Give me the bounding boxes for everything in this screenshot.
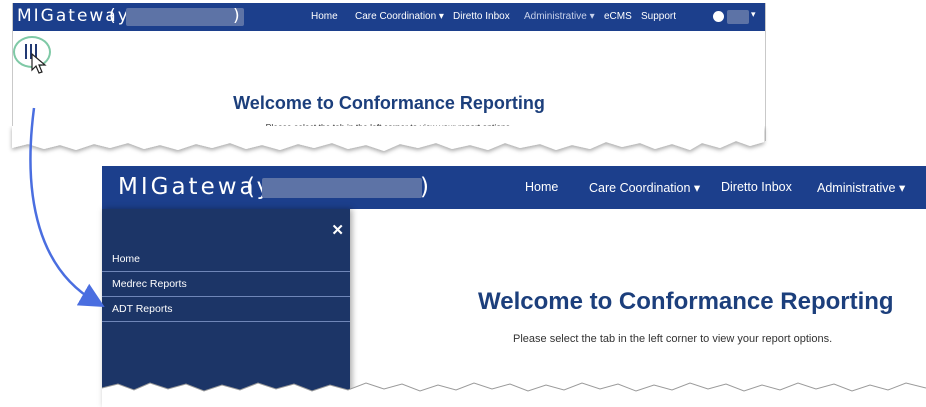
welcome-subtitle: Please select the tab in the left corner… (513, 333, 833, 345)
nav-diretto-inbox[interactable]: Diretto Inbox (721, 180, 792, 194)
brand-paren-close: ) (420, 174, 429, 200)
bottom-navbar: MIGateway ( ) Home Care Coordination ▾ D… (102, 166, 926, 209)
nav-administrative[interactable]: Administrative ▾ (817, 180, 905, 195)
sidebar-item-label: ADT Reports (112, 303, 173, 315)
sidebar-item-label: Medrec Reports (112, 278, 187, 290)
redacted-version (126, 8, 244, 26)
brand-paren-close: ) (233, 6, 240, 26)
user-icon (713, 11, 724, 22)
sidebar-item-adt-reports[interactable]: ADT Reports (102, 297, 350, 322)
nav-home[interactable]: Home (311, 11, 338, 22)
nav-support[interactable]: Support (641, 11, 676, 22)
nav-care-coordination[interactable]: Care Coordination ▾ (589, 180, 700, 195)
top-screenshot: MIGateway ( ) Home Care Coordination ▾ D… (12, 3, 766, 141)
user-menu[interactable]: ▾ (713, 9, 759, 25)
sidebar-item-label: Home (112, 253, 141, 265)
nav-ecms[interactable]: eCMS (604, 11, 632, 22)
redacted-username (727, 10, 749, 24)
nav-home[interactable]: Home (525, 180, 558, 194)
welcome-title: Welcome to Conformance Reporting (478, 288, 894, 315)
nav-care-coordination[interactable]: Care Coordination ▾ (355, 11, 444, 22)
chevron-down-icon: ▾ (751, 9, 756, 19)
torn-edge-bottom (101, 382, 926, 407)
brand-paren-open: ( (109, 6, 116, 26)
top-navbar: MIGateway ( ) Home Care Coordination ▾ D… (13, 3, 765, 31)
mouse-cursor-icon (31, 53, 47, 74)
brand-paren-open: ( (246, 174, 255, 200)
sidebar-item-home[interactable]: Home (102, 247, 350, 272)
bottom-screenshot: MIGateway ( ) Home Care Coordination ▾ D… (102, 166, 926, 407)
nav-administrative[interactable]: Administrative ▾ (524, 11, 595, 22)
hamburger-icon-bar (25, 44, 27, 59)
sidebar-item-medrec-reports[interactable]: Medrec Reports (102, 272, 350, 297)
welcome-title: Welcome to Conformance Reporting (233, 93, 545, 113)
nav-diretto-inbox[interactable]: Diretto Inbox (453, 11, 510, 22)
torn-edge-top (12, 126, 764, 151)
close-icon[interactable]: ✕ (331, 221, 344, 239)
redacted-version (262, 178, 422, 198)
